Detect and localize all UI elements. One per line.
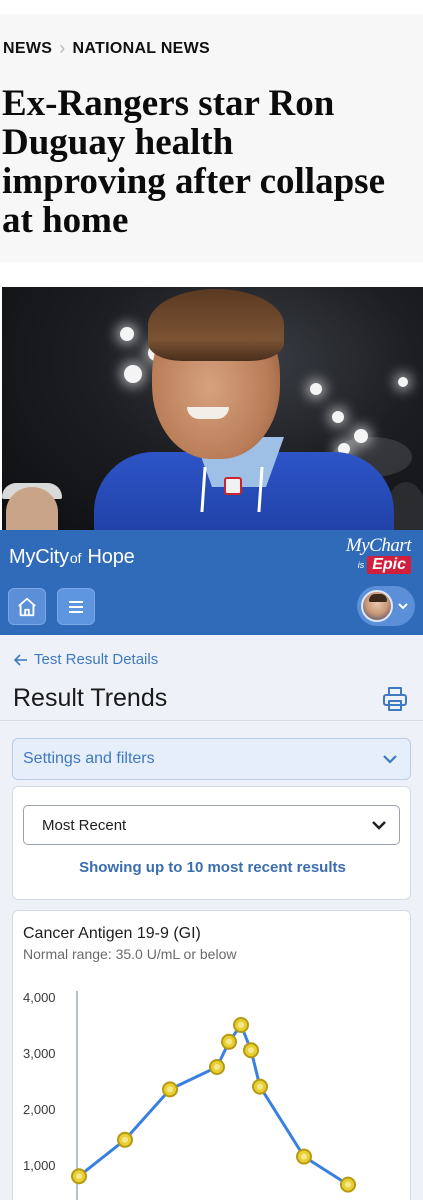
brand-mycity: MyCity	[9, 546, 69, 568]
breadcrumb-national-news[interactable]: NATIONAL NEWS	[73, 40, 211, 58]
breadcrumb-separator-icon: ›	[59, 38, 66, 58]
page-title: Result Trends	[13, 684, 168, 712]
account-menu-button[interactable]	[357, 586, 415, 626]
data-point-highlight	[122, 1136, 128, 1143]
result-count-select[interactable]: Most Recent	[23, 805, 400, 845]
chevron-down-icon	[383, 755, 397, 764]
data-point-highlight	[238, 1022, 244, 1028]
data-point-highlight	[248, 1047, 254, 1054]
mychart-wordmark: MyChart	[345, 535, 412, 556]
settings-and-filters-toggle[interactable]: Settings and filters	[12, 738, 411, 780]
data-point-highlight	[167, 1086, 173, 1093]
filter-card: Most Recent Showing up to 10 most recent…	[12, 786, 411, 900]
chart-subtitle: Normal range: 35.0 U/mL or below	[23, 946, 237, 962]
home-icon	[18, 597, 36, 616]
avatar	[361, 590, 393, 622]
news-article: NEWS › NATIONAL NEWS Ex-Rangers star Ron…	[0, 0, 423, 532]
mychart-epic-logo: MyChart is Epic	[341, 535, 412, 580]
mychart-app: MyCityof Hope MyChart is Epic Test Resul…	[0, 530, 423, 1200]
back-link-label: Test Result Details	[34, 651, 159, 668]
back-to-test-result-details-link[interactable]: Test Result Details	[14, 651, 158, 668]
printer-icon	[383, 687, 407, 711]
y-tick-label: 3,000	[23, 1046, 56, 1061]
data-point-highlight	[345, 1181, 351, 1188]
brand-of: of	[69, 550, 82, 566]
data-point-highlight	[214, 1064, 220, 1070]
epic-wordmark: Epic	[367, 556, 411, 574]
menu-icon	[69, 600, 83, 613]
home-button[interactable]	[8, 588, 46, 625]
app-header: MyCityof Hope MyChart is Epic	[0, 530, 423, 635]
data-point-highlight	[226, 1038, 232, 1045]
chevron-down-icon	[372, 821, 386, 830]
data-point-highlight	[257, 1083, 263, 1090]
y-tick-label: 4,000	[23, 990, 56, 1005]
chevron-down-icon	[398, 603, 408, 610]
data-point-highlight	[76, 1173, 82, 1180]
arrow-left-icon	[14, 653, 27, 666]
y-tick-label: 1,000	[23, 1158, 56, 1173]
select-value: Most Recent	[42, 816, 127, 834]
article-photo	[2, 287, 423, 532]
breadcrumb: NEWS › NATIONAL NEWS	[3, 38, 210, 59]
data-point-highlight	[301, 1153, 307, 1160]
results-count-note: Showing up to 10 most recent results	[79, 859, 346, 876]
chart-title: Cancer Antigen 19-9 (GI)	[23, 925, 201, 942]
mycityofhope-logo[interactable]: MyCityof Hope	[9, 546, 135, 569]
article-headline: Ex-Rangers star Ron Duguay health improv…	[2, 84, 385, 240]
menu-button[interactable]	[57, 588, 95, 625]
brand-hope: Hope	[87, 546, 135, 568]
breadcrumb-news[interactable]: NEWS	[3, 40, 52, 58]
y-tick-label: 2,000	[23, 1102, 56, 1117]
trend-line-chart: 4,000 3,000 2,000 1,000	[23, 990, 356, 1200]
mychart-is: is	[357, 560, 365, 570]
settings-label: Settings and filters	[23, 750, 155, 767]
trend-chart-card: Cancer Antigen 19-9 (GI) Normal range: 3…	[12, 910, 411, 1200]
print-button[interactable]	[381, 685, 409, 713]
